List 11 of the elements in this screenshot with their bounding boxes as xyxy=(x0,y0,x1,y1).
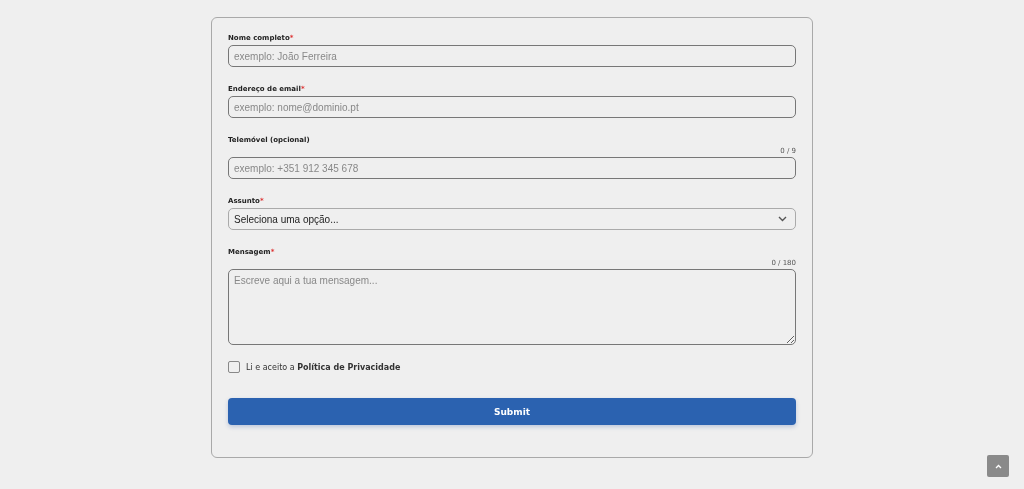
input-field[interactable]: exemplo: João Ferreira xyxy=(228,45,796,67)
caret-up-icon xyxy=(994,463,1002,469)
checkbox[interactable] xyxy=(228,361,240,373)
chevron-down-icon xyxy=(778,216,787,222)
scroll-to-top-button[interactable] xyxy=(987,455,1009,477)
input-field[interactable]: exemplo: nome@dominio.pt xyxy=(228,96,796,118)
select-field[interactable]: Seleciona uma opção... xyxy=(228,208,796,230)
textarea-field[interactable]: Escreve aqui a tua mensagem... xyxy=(228,269,796,345)
input-field[interactable]: exemplo: +351 912 345 678 xyxy=(228,157,796,179)
consent-text: Li e aceito a Política de Privacidade xyxy=(246,362,401,372)
submit-button[interactable]: Submit xyxy=(228,398,796,425)
